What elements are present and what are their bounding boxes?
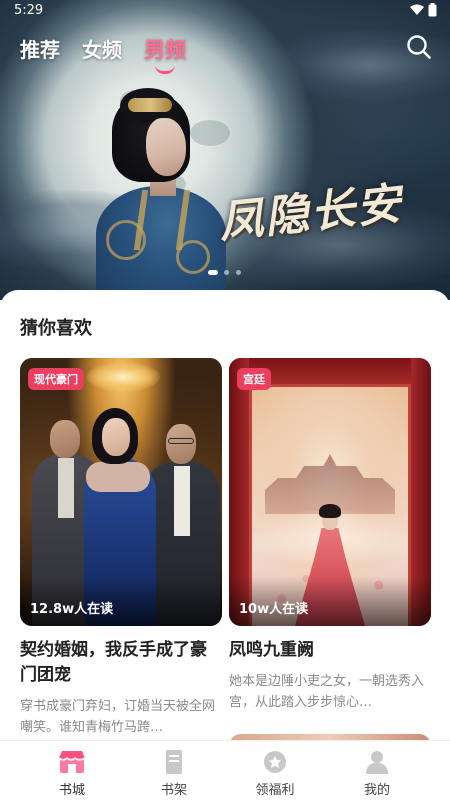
moon-crater bbox=[190, 120, 230, 146]
cover-figure bbox=[58, 458, 74, 518]
wifi-icon bbox=[410, 4, 424, 15]
book-description: 穿书成豪门弃妇，订婚当天被全网嘲笑。谁知青梅竹马跨… bbox=[20, 699, 216, 735]
book-title[interactable]: 凤鸣九重阙 bbox=[229, 638, 431, 663]
gift-icon bbox=[264, 751, 286, 773]
section-title: 猜你喜欢 bbox=[20, 318, 92, 339]
chandelier-art bbox=[86, 362, 160, 392]
bottom-nav-label: 我的 bbox=[363, 783, 390, 798]
carousel-dot bbox=[236, 270, 241, 275]
store-icon bbox=[58, 751, 86, 773]
bottom-nav-store[interactable]: 书城 bbox=[27, 741, 117, 800]
genre-tag: 现代豪门 bbox=[28, 368, 84, 390]
search-icon[interactable] bbox=[406, 34, 432, 60]
status-time: 5:29 bbox=[14, 3, 44, 18]
bottom-nav-label: 书架 bbox=[160, 783, 187, 798]
cover-figure bbox=[174, 466, 190, 536]
bottom-nav-label: 领福利 bbox=[255, 783, 295, 798]
carousel-dot bbox=[224, 270, 229, 275]
bookshelf-icon bbox=[166, 750, 182, 774]
active-tab-indicator bbox=[155, 65, 175, 74]
bottom-nav-bookshelf[interactable]: 书架 bbox=[129, 741, 219, 800]
cover-figure bbox=[166, 424, 196, 464]
battery-icon bbox=[428, 3, 437, 17]
tab-female[interactable]: 女频 bbox=[82, 34, 122, 63]
book-cover[interactable]: 宫廷 10w人在读 bbox=[229, 358, 431, 626]
cover-figure bbox=[86, 462, 150, 492]
carousel-dot-active bbox=[208, 270, 218, 275]
bottom-nav: 书城 书架 领福利 我的 bbox=[0, 740, 450, 800]
bottom-nav-profile[interactable]: 我的 bbox=[332, 741, 422, 800]
reader-count: 10w人在读 bbox=[239, 602, 309, 617]
bottom-nav-label: 书城 bbox=[58, 783, 85, 798]
cover-figure bbox=[50, 420, 80, 458]
banner-figure-pattern bbox=[106, 220, 146, 260]
tab-male[interactable]: 男频 bbox=[144, 34, 186, 64]
carousel-indicator bbox=[208, 270, 248, 276]
status-bar: 5:29 bbox=[0, 0, 450, 22]
book-cover[interactable]: 现代豪门 12.8w人在读 bbox=[20, 358, 222, 626]
banner-figure-pattern bbox=[176, 240, 210, 274]
top-nav: 推荐 女频 男频 bbox=[0, 28, 450, 78]
cover-figure bbox=[102, 418, 130, 456]
book-title[interactable]: 契约婚姻，我反手成了豪门团宠 bbox=[20, 638, 222, 688]
banner-figure-face bbox=[146, 118, 186, 176]
content-sheet: 猜你喜欢 现代豪门 12.8w人在读 契约婚姻，我反手成了豪门团宠 穿书成豪门弃… bbox=[0, 290, 450, 740]
banner-figure-hairpin bbox=[128, 98, 172, 112]
profile-icon bbox=[366, 751, 388, 774]
tab-recommend[interactable]: 推荐 bbox=[20, 34, 60, 63]
bottom-nav-rewards[interactable]: 领福利 bbox=[230, 741, 320, 800]
book-card[interactable]: 宫廷 10w人在读 凤鸣九重阙 她本是边陲小吏之女，一朝选秀入宫，从此踏入步步惊… bbox=[229, 358, 431, 713]
book-card[interactable]: 现代豪门 12.8w人在读 契约婚姻，我反手成了豪门团宠 穿书成豪门弃妇，订婚当… bbox=[20, 358, 222, 738]
cover-figure bbox=[168, 438, 194, 444]
reader-count: 12.8w人在读 bbox=[30, 602, 114, 617]
genre-tag: 宫廷 bbox=[237, 368, 271, 390]
book-description: 她本是边陲小吏之女，一朝选秀入宫，从此踏入步步惊心… bbox=[229, 674, 425, 710]
